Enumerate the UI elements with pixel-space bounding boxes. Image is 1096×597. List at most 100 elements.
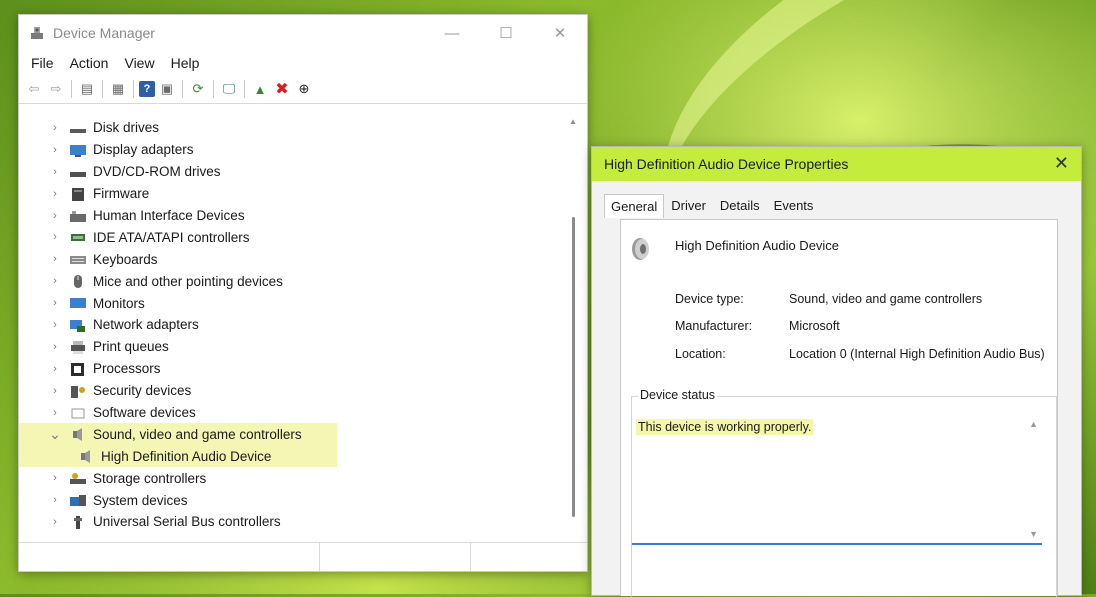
tab-details[interactable]: Details xyxy=(713,193,767,217)
ide-controller-icon xyxy=(69,230,87,244)
tree-item-label: Software devices xyxy=(93,405,196,421)
window-title: Device Manager xyxy=(53,25,155,41)
tree-item[interactable]: › Mice and other pointing devices xyxy=(19,270,567,292)
tree-item-label: Storage controllers xyxy=(93,470,207,486)
dialog-close-button[interactable]: ✕ xyxy=(1054,153,1069,174)
download-icon[interactable]: ⊕ xyxy=(294,79,314,99)
toolbar-separator xyxy=(133,80,134,98)
menu-help[interactable]: Help xyxy=(163,55,208,71)
chevron-right-icon[interactable]: › xyxy=(47,253,63,265)
dialog-title-bar: High Definition Audio Device Properties … xyxy=(592,147,1081,181)
tree-item-label: Display adapters xyxy=(93,142,194,158)
minimize-button[interactable]: — xyxy=(425,15,479,51)
chevron-right-icon[interactable]: › xyxy=(47,363,63,375)
chevron-right-icon[interactable]: › xyxy=(47,297,63,309)
properties-icon[interactable]: ▤ xyxy=(77,79,97,99)
keyboard-icon xyxy=(69,252,87,266)
device-type-value: Sound, video and game controllers xyxy=(789,292,983,306)
tab-events[interactable]: Events xyxy=(767,193,821,217)
uninstall-icon[interactable]: ✖ xyxy=(272,79,292,99)
tree-item[interactable]: › Universal Serial Bus controllers xyxy=(19,511,567,533)
tree-item[interactable]: › Processors xyxy=(19,358,567,380)
toolbar-separator xyxy=(71,80,72,98)
chevron-right-icon[interactable]: › xyxy=(47,407,63,419)
tab-general[interactable]: General xyxy=(604,194,665,218)
storage-controller-icon xyxy=(69,471,87,485)
menu-action[interactable]: Action xyxy=(62,55,117,71)
software-device-icon xyxy=(69,406,87,420)
chevron-right-icon[interactable]: › xyxy=(47,385,63,397)
device-status-textbox[interactable]: This device is working properly. ▲ ▼ xyxy=(632,411,1042,545)
maximize-button[interactable]: ☐ xyxy=(479,15,533,51)
chevron-right-icon[interactable]: › xyxy=(47,122,63,134)
device-type-label: Device type: xyxy=(675,292,744,306)
tree-item-child[interactable]: High Definition Audio Device xyxy=(19,445,337,468)
update-driver-icon[interactable]: ⟳ xyxy=(188,79,208,99)
speaker-icon xyxy=(627,234,657,264)
device-status-label: Device status xyxy=(638,388,718,402)
tree-item[interactable]: › Firmware xyxy=(19,183,567,205)
toolbar-separator xyxy=(102,80,103,98)
tree-item[interactable]: › System devices xyxy=(19,489,567,511)
close-button[interactable]: ✕ xyxy=(533,15,587,51)
device-status-group: Device status This device is working pro… xyxy=(631,388,1057,597)
device-manager-app-icon xyxy=(29,25,45,41)
chevron-right-icon[interactable]: › xyxy=(47,231,63,243)
tree-item[interactable]: › Human Interface Devices xyxy=(19,205,567,227)
tree-item[interactable]: › IDE ATA/ATAPI controllers xyxy=(19,226,567,248)
tree-item[interactable]: › Disk drives xyxy=(19,117,567,139)
menu-view[interactable]: View xyxy=(116,55,162,71)
view-icon[interactable]: ▣ xyxy=(157,79,177,99)
scrollbar-thumb[interactable] xyxy=(572,217,575,517)
speaker-icon xyxy=(69,427,87,442)
tree-item[interactable]: › Display adapters xyxy=(19,139,567,161)
tree-item-label: Firmware xyxy=(93,186,150,202)
chevron-right-icon[interactable]: › xyxy=(47,516,63,528)
show-hidden-icon[interactable]: ▦ xyxy=(108,79,128,99)
chevron-right-icon[interactable]: › xyxy=(47,144,63,156)
chevron-right-icon[interactable]: › xyxy=(47,188,63,200)
tree-item-label: DVD/CD-ROM drives xyxy=(93,164,221,180)
printer-icon xyxy=(69,340,87,354)
tree-item-label: Mice and other pointing devices xyxy=(93,273,283,289)
menu-file[interactable]: File xyxy=(23,55,62,71)
tree-item[interactable]: › Storage controllers xyxy=(19,467,567,489)
tree-item[interactable]: › Security devices xyxy=(19,380,567,402)
toolbar: ⇦ ⇨ ▤ ▦ ? ▣ ⟳ 🖵 ▲ ✖ ⊕ xyxy=(19,75,587,104)
location-label: Location: xyxy=(675,347,726,361)
tree-item[interactable]: ⌄ Sound, video and game controllers xyxy=(19,423,337,446)
monitor-icon[interactable]: 🖵 xyxy=(219,79,239,99)
chevron-right-icon[interactable]: › xyxy=(47,319,63,331)
tree-scrollbar[interactable]: ▲ xyxy=(567,117,581,537)
tree-item-label: Monitors xyxy=(93,295,145,311)
tree-item[interactable]: › Network adapters xyxy=(19,314,567,336)
menu-bar: File Action View Help xyxy=(19,51,587,75)
toolbar-separator xyxy=(213,80,214,98)
tree-item-label: Universal Serial Bus controllers xyxy=(93,514,281,530)
chevron-down-icon[interactable]: ⌄ xyxy=(47,427,63,441)
tree-item[interactable]: › Software devices xyxy=(19,402,567,424)
tree-item[interactable]: › DVD/CD-ROM drives xyxy=(19,161,567,183)
tree-item-label: Processors xyxy=(93,361,161,377)
chevron-right-icon[interactable]: › xyxy=(47,275,63,287)
tab-driver[interactable]: Driver xyxy=(664,193,713,217)
display-adapter-icon xyxy=(69,143,87,157)
forward-icon[interactable]: ⇨ xyxy=(46,79,66,99)
focus-underline xyxy=(632,543,1042,545)
scroll-up-arrow[interactable]: ▲ xyxy=(569,117,577,126)
chevron-right-icon[interactable]: › xyxy=(47,472,63,484)
status-scroll-down-arrow[interactable]: ▼ xyxy=(1029,529,1038,539)
status-scroll-up-arrow[interactable]: ▲ xyxy=(1029,419,1038,429)
tree-item-label: Print queues xyxy=(93,339,169,355)
enable-device-icon[interactable]: ▲ xyxy=(250,79,270,99)
chevron-right-icon[interactable]: › xyxy=(47,210,63,222)
chevron-right-icon[interactable]: › xyxy=(47,494,63,506)
usb-icon xyxy=(69,515,87,529)
tree-item[interactable]: › Print queues xyxy=(19,336,567,358)
chevron-right-icon[interactable]: › xyxy=(47,166,63,178)
help-icon[interactable]: ? xyxy=(139,81,155,97)
back-icon[interactable]: ⇦ xyxy=(24,79,44,99)
tree-item[interactable]: › Keyboards xyxy=(19,248,567,270)
tree-item[interactable]: › Monitors xyxy=(19,292,567,314)
chevron-right-icon[interactable]: › xyxy=(47,341,63,353)
